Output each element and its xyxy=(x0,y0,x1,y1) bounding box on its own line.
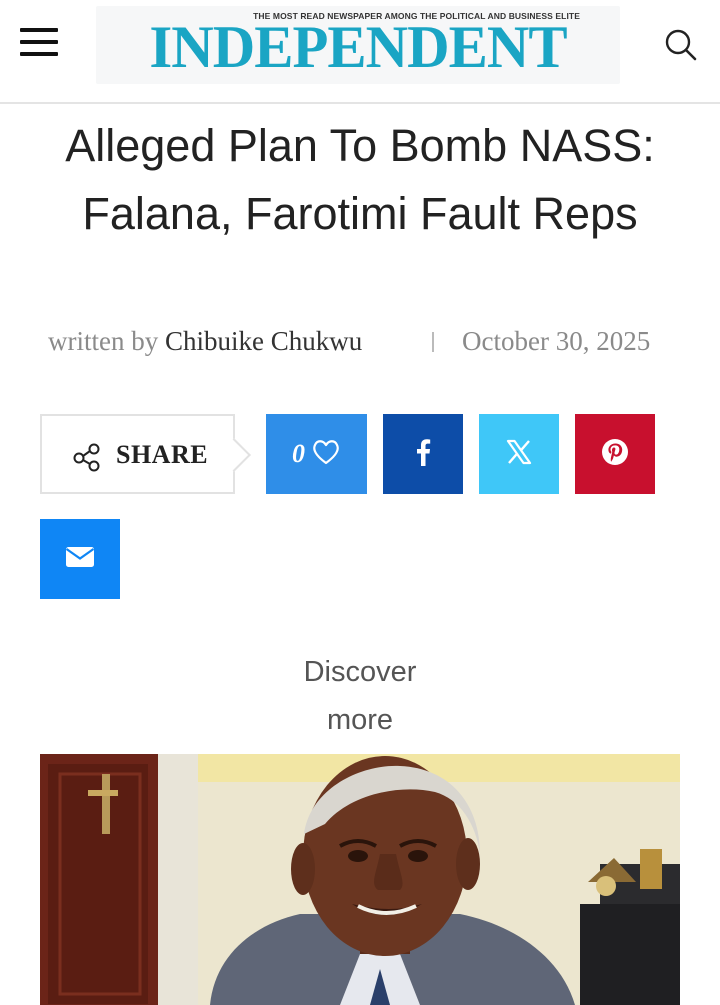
share-label: SHARE xyxy=(116,440,209,469)
publish-date: October 30, 2025 xyxy=(462,326,651,356)
pinterest-icon xyxy=(601,438,629,471)
byline: written by Chibuike Chukwu xyxy=(48,326,362,357)
facebook-icon xyxy=(415,438,431,471)
site-logo[interactable]: THE MOST READ NEWSPAPER AMONG THE POLITI… xyxy=(96,6,620,84)
article-meta: written by Chibuike Chukwu October 30, 2… xyxy=(0,326,720,362)
facebook-share-button[interactable] xyxy=(383,414,463,494)
author-link[interactable]: Chibuike Chukwu xyxy=(165,326,362,356)
hamburger-menu-icon[interactable] xyxy=(20,28,58,56)
discover-more-link[interactable]: Discover more xyxy=(260,648,460,744)
pinterest-share-button[interactable] xyxy=(575,414,655,494)
article-title: Alleged Plan To Bomb NASS: Falana, Farot… xyxy=(65,120,655,239)
meta-divider xyxy=(432,332,434,352)
envelope-icon xyxy=(65,545,95,574)
x-icon xyxy=(506,439,532,470)
discover-line-2: more xyxy=(326,704,394,736)
share-button[interactable]: SHARE xyxy=(40,414,235,494)
site-header: THE MOST READ NEWSPAPER AMONG THE POLITI… xyxy=(0,0,720,104)
logo-wordmark: INDEPENDENT xyxy=(149,14,567,80)
article-featured-image[interactable] xyxy=(40,754,680,1005)
email-share-button[interactable] xyxy=(40,519,120,599)
like-count: 0 xyxy=(292,439,305,468)
featured-photo-illustration xyxy=(40,754,680,1005)
written-by-label: written by xyxy=(48,326,159,356)
share-icon xyxy=(72,442,102,472)
search-icon[interactable] xyxy=(664,28,698,62)
heart-icon xyxy=(311,438,341,471)
x-share-button[interactable] xyxy=(479,414,559,494)
discover-line-1: Discover xyxy=(303,656,417,688)
like-button[interactable]: 0 xyxy=(266,414,367,494)
